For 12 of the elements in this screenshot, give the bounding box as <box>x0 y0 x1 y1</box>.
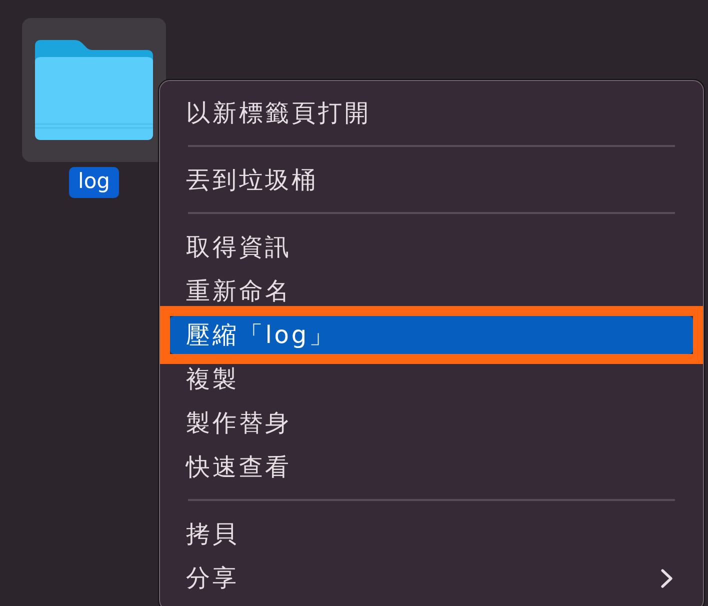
menu-item[interactable]: 壓縮「log」 <box>170 316 693 354</box>
menu-item[interactable]: 重新命名 <box>170 272 693 310</box>
menu-item[interactable]: 取得資訊 <box>170 228 693 266</box>
folder-icon[interactable] <box>35 40 153 140</box>
menu-item[interactable]: 快速查看 <box>170 448 693 486</box>
menu-item[interactable]: 以新標籤頁打開 <box>170 94 693 132</box>
menu-item[interactable]: 拷貝 <box>170 515 693 553</box>
folder-name-label: log <box>68 167 119 198</box>
menu-item[interactable]: 製作替身 <box>170 404 693 442</box>
menu-item[interactable]: 丟到垃圾桶 <box>170 161 693 199</box>
menu-item[interactable]: 分享 <box>170 559 693 597</box>
menu-item[interactable]: 複製 <box>170 360 693 398</box>
